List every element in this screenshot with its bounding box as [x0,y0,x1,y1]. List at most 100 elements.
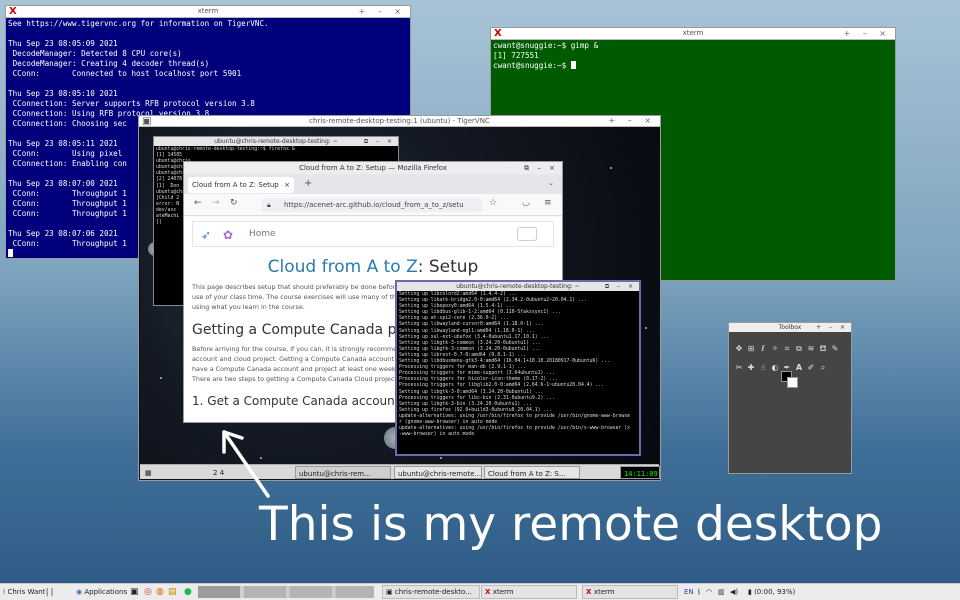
tab-strip: Cloud from A to Z: Setup × + ⌄ [184,174,562,194]
remote-taskbar-item-terminal-2[interactable]: ubuntu@chris-remote... [394,466,482,479]
cursor-block [8,249,13,257]
carpentries-logo-icon[interactable]: ✿ [223,223,233,247]
firefox-launcher-icon[interactable]: ◍ [156,584,164,600]
dodge-tool-icon[interactable]: ◐ [769,362,781,373]
star-dot [440,457,442,459]
workspace-grid-icon[interactable]: ⸾ ⸾ [46,584,53,600]
heal-tool-icon[interactable]: ✚ [745,362,757,373]
terminal-line: Thu Sep 23 08:05:09 2021 [8,39,118,48]
spotify-launcher-icon[interactable]: ● [184,584,192,600]
terminal-line: Setting up libgtk-3-common (3.24.20-0ubu… [399,346,541,352]
terminal-line: Thu Sep 23 08:05:10 2021 [8,89,118,98]
tab-list-icon[interactable]: ⌄ [548,179,554,187]
crop-tool-icon[interactable]: ⌗ [781,343,793,354]
window-controls-icon[interactable]: ⧉ – × [524,162,558,174]
keyboard-layout[interactable]: EN [684,584,694,600]
remote-taskbar-item-terminal[interactable]: ubuntu@chris-rem... [295,466,391,479]
wifi-icon[interactable]: ◠ [706,584,712,600]
clone-tool-icon[interactable]: ✂ [733,362,745,373]
remote-terminal-titlebar[interactable]: ubuntu@chris-remote-desktop-testing: ~ ⧉… [397,282,639,291]
gimp-toolbox-window[interactable]: Toolbox + – × ✥ ⊞ ℓ ✧ ⌗ ⧉ ≋ ⛾ ✎ ✂ ✚ ☝ ◐ ✒ A ✐ ⌕ [728,322,852,474]
terminal-line: See https://www.tigervnc.org for informa… [8,19,269,28]
terminal-line: Thu Sep 23 08:07:06 2021 [8,229,118,238]
applications-menu[interactable]: ◉ Applications [76,584,127,600]
terminal-line: -www-browser) in auto mode [399,432,475,438]
fuzzy-select-icon[interactable]: ✧ [769,343,781,354]
paintbrush-icon[interactable]: ✎ [829,343,841,354]
taskbar-item-xterm-1[interactable]: X xterm [481,585,577,599]
window-controls-icon[interactable]: ⧉ – × [605,282,636,291]
forward-icon[interactable]: → [212,198,220,208]
site-navbar: ➶ ✿ Home [192,221,554,247]
background-color[interactable] [787,377,798,388]
url-bar[interactable]: 🔒︎ https://acenet-arc.github.io/cloud_fr… [262,198,482,212]
bucket-fill-icon[interactable]: ⛾ [817,343,829,354]
user-name[interactable]: ⁞ Chris Want [3,584,45,600]
terminal-launcher-icon[interactable]: ▣ [130,584,139,600]
terminal-output[interactable]: Setting up libcolord2:amd64 (1.4.4-2) ..… [397,291,639,454]
terminal-line: Processing triggers for libc-bin (2.31-0… [399,395,555,401]
warp-tool-icon[interactable]: ≋ [805,343,817,354]
tab-setup[interactable]: Cloud from A to Z: Setup × [188,177,294,193]
cursor-block [570,61,576,69]
toolbox-titlebar[interactable]: Toolbox + – × [729,323,851,332]
terminal-line: DecodeManager: Detected 8 CPU core(s) [8,49,182,58]
annotation-arrow [222,430,270,498]
move-tool-icon[interactable]: ✥ [733,343,745,354]
back-icon[interactable]: ← [194,198,202,208]
terminal-line: Processing triggers for mime-support (3.… [399,371,555,377]
taskbar-item-xterm-2[interactable]: X xterm [582,585,678,599]
battery-indicator[interactable]: ▮ (0:00, 93%) [748,584,795,600]
unified-transform-icon[interactable]: ⧉ [793,343,805,354]
firefox-titlebar[interactable]: Cloud from A to Z: Setup — Mozilla Firef… [184,162,562,174]
volume-icon[interactable]: ◀︎) [730,584,738,600]
clipboard-icon[interactable]: ▥ [718,584,725,600]
terminal-line: Setting up libgtk-3-bin (3.24.20-0ubuntu… [399,401,532,407]
star-dot [645,327,647,329]
fg-bg-color-swatch[interactable] [781,371,801,391]
terminal-line: Thu Sep 23 08:07:00 2021 [8,179,118,188]
terminal-line: [1] 727551 [493,51,539,60]
terminal-line: [Child 2 [156,195,180,201]
files-launcher-icon[interactable]: ▤ [168,584,177,600]
new-tab-button[interactable]: + [304,178,312,189]
window-controls-icon[interactable]: ⧉ – × [364,137,395,146]
remote-taskbar-item-firefox[interactable]: Cloud from A to Z: S... [484,466,580,479]
window-controls-icon[interactable]: + – × [359,6,407,17]
vnc-titlebar[interactable]: ▣ chris-remote-desktop-testing:1 (ubuntu… [139,116,660,127]
bookmark-star-icon[interactable]: ☆ [489,198,497,208]
color-picker-icon[interactable]: ✐ [805,362,817,373]
xterm-titlebar[interactable]: X xterm + – × [491,28,895,40]
title-link[interactable]: Cloud from A to Z [268,257,418,277]
window-controls-icon[interactable]: + – × [609,116,657,126]
xterm-titlebar[interactable]: X xterm + – × [6,6,410,18]
terminal-line: Setting up libatk-bridge2.0-0:amd64 (2.3… [399,298,587,304]
reload-icon[interactable]: ↻ [230,198,238,208]
align-tool-icon[interactable]: ⊞ [745,343,757,354]
free-select-icon[interactable]: ℓ [757,343,769,354]
menu-icon[interactable]: ≡ [544,198,552,208]
taskbar-item-vnc[interactable]: ▣ chris-remote-deskto... [382,585,480,599]
hamburger-menu-button[interactable] [517,227,537,241]
terminal-line: CConn: Throughput 1 [8,189,127,198]
terminal-line: CConn: Using pixel [8,149,123,158]
remote-terminal-titlebar[interactable]: ubuntu@chris-remote-desktop-testing: ~ ⧉… [154,137,398,146]
site-logo-icon[interactable]: ➶ [201,223,211,247]
tab-close-icon[interactable]: × [284,177,290,193]
bluetooth-icon[interactable]: ᛒ [697,584,701,600]
home-link[interactable]: Home [249,222,276,246]
terminal-line: r (gnome-www-browser) in auto mode [399,419,498,425]
workspace-pager[interactable] [198,586,374,598]
terminal-line: Setting up xul-ext-ubufox (3.4-0ubuntu1.… [399,334,550,340]
smudge-tool-icon[interactable]: ☝ [757,362,769,373]
chrome-launcher-icon[interactable]: ◎ [144,584,152,600]
window-controls-icon[interactable]: + – × [816,323,848,332]
pocket-icon[interactable]: ◡ [522,198,530,208]
terminal-line: update-alternatives: using /usr/bin/fire… [399,426,631,432]
remote-menu-button[interactable]: ▦ [142,466,162,479]
window-controls-icon[interactable]: + – × [844,28,892,39]
terminal-line: Setting up firefox (92.0+build3-0ubuntu0… [399,407,553,413]
x-logo-icon: X [9,6,17,17]
remote-terminal-install-window[interactable]: ubuntu@chris-remote-desktop-testing: ~ ⧉… [395,280,641,456]
zoom-tool-icon[interactable]: ⌕ [817,362,829,373]
